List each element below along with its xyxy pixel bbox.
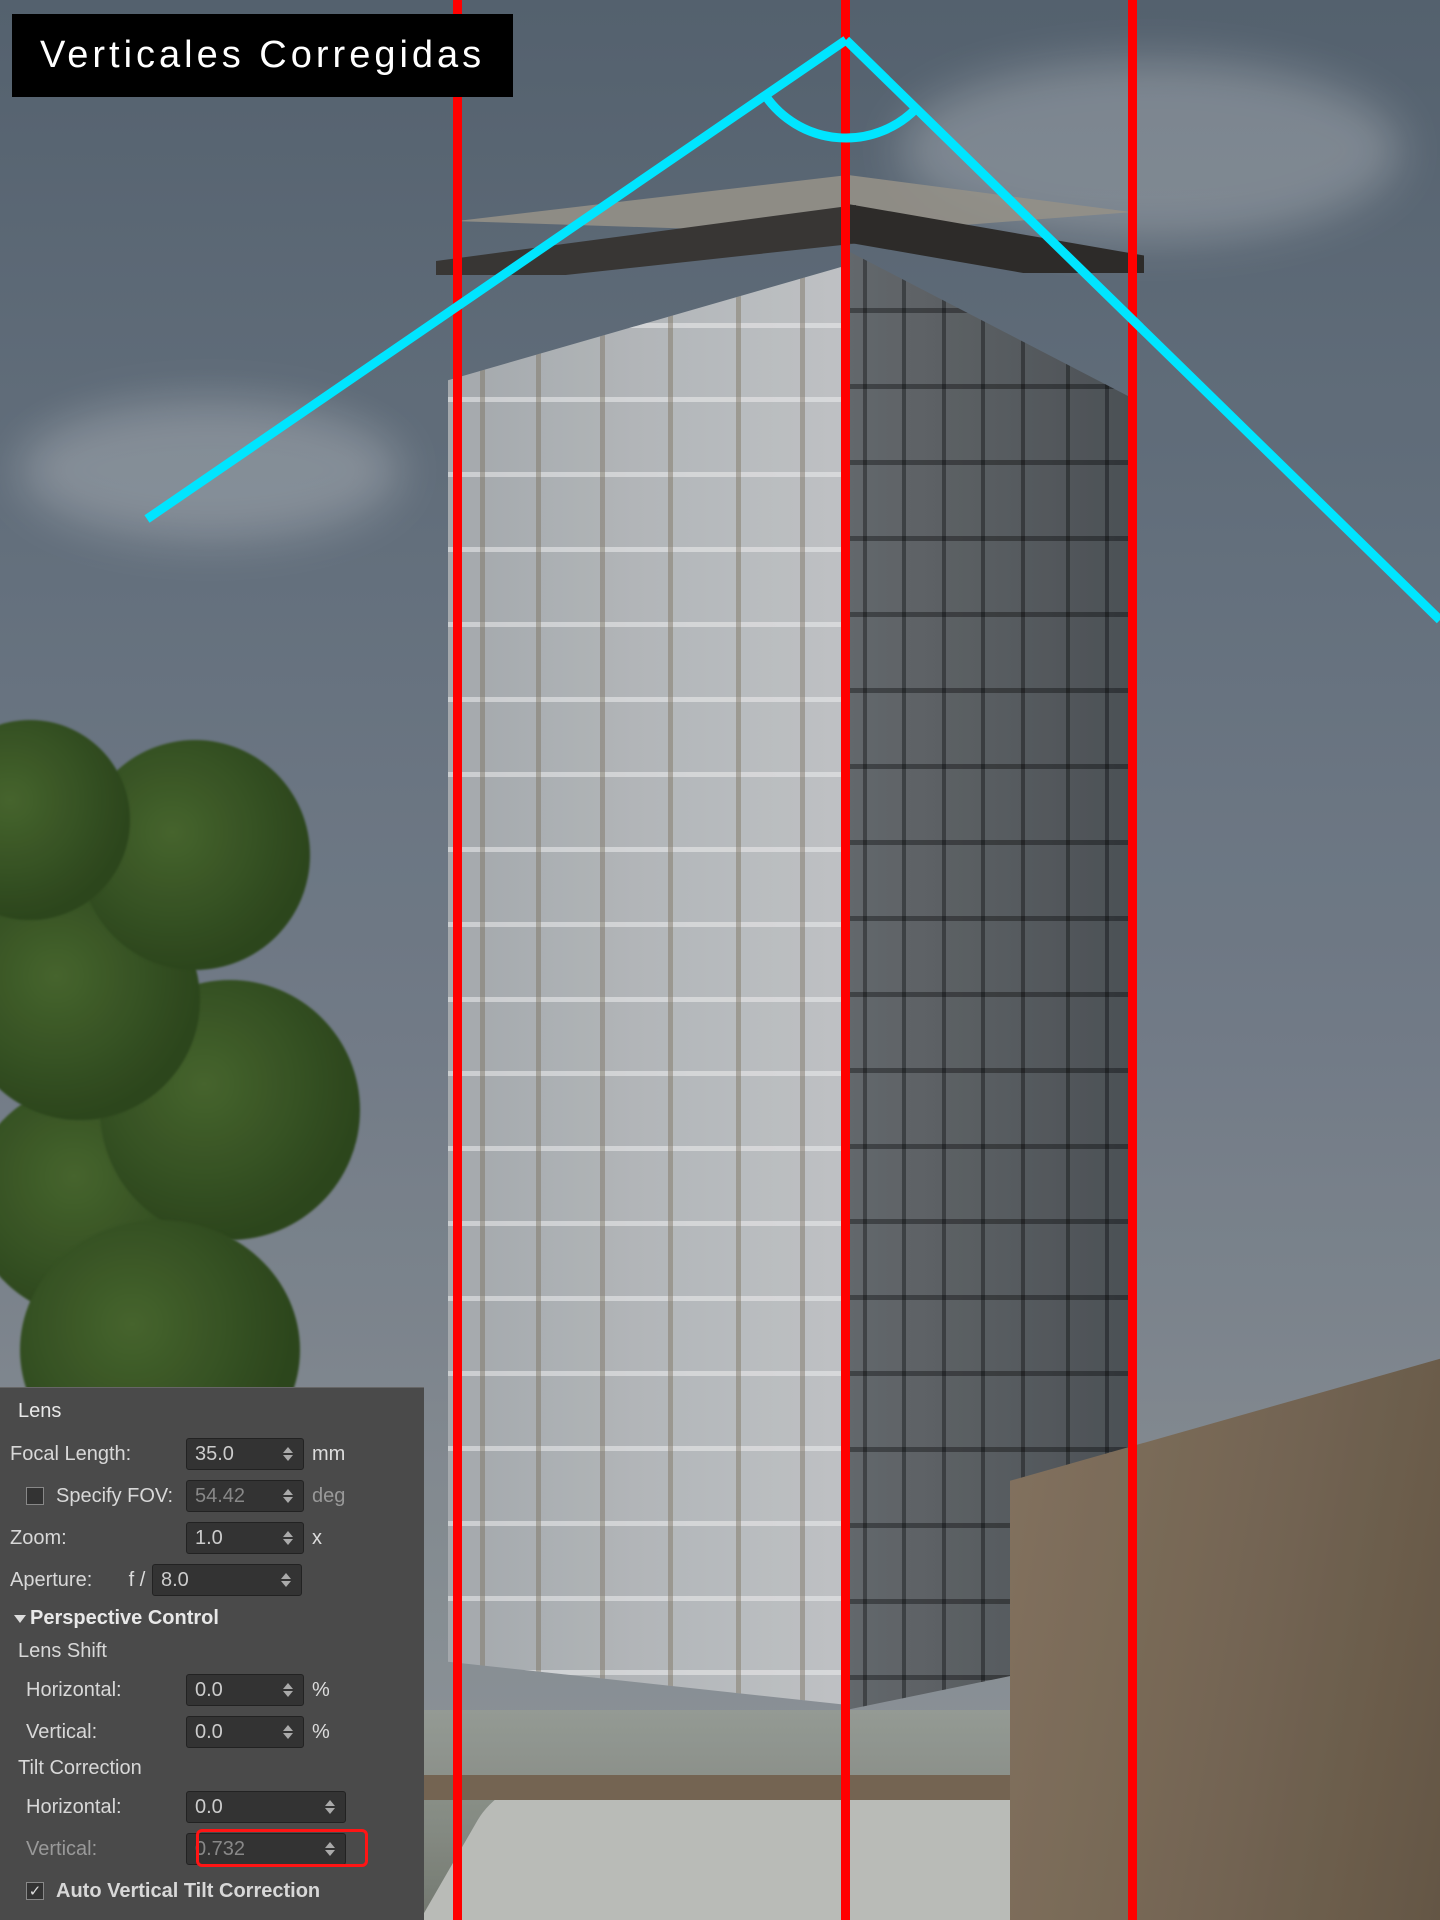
label-lensshift-h: Horizontal: [6,1679,186,1702]
label-tilt-h: Horizontal: [6,1796,186,1819]
unit-focal-length: mm [304,1443,344,1466]
spinner-icon[interactable] [283,1485,295,1507]
input-focal-length[interactable]: 35.0 [186,1438,304,1470]
section-perspective-control[interactable]: Perspective Control [0,1601,424,1636]
building-face-left [448,265,848,1705]
value-lensshift-v: 0.0 [195,1721,223,1744]
row-auto-tilt: ✓ Auto Vertical Tilt Correction [0,1870,424,1912]
label-aperture: Aperture: [6,1569,122,1592]
spinner-icon[interactable] [325,1796,337,1818]
unit-fov: deg [304,1485,344,1508]
subheader-tilt-correction: Tilt Correction [0,1753,424,1786]
checkbox-specify-fov[interactable] [26,1487,44,1505]
label-specify-fov-text: Specify FOV: [56,1485,173,1508]
cloud [20,400,400,540]
row-focal-length: Focal Length: 35.0 mm [0,1433,424,1475]
unit-lensshift-v: % [304,1721,344,1744]
value-lensshift-h: 0.0 [195,1679,223,1702]
title-badge: Verticales Corregidas [12,14,513,97]
label-focal-length: Focal Length: [6,1443,186,1466]
caret-down-icon [14,1615,26,1623]
input-tilt-h[interactable]: 0.0 [186,1791,346,1823]
unit-zoom: x [304,1527,344,1550]
row-zoom: Zoom: 1.0 x [0,1517,424,1559]
spinner-icon[interactable] [283,1527,295,1549]
row-lensshift-v: Vertical: 0.0 % [0,1711,424,1753]
row-lensshift-h: Horizontal: 0.0 % [0,1669,424,1711]
input-lensshift-h[interactable]: 0.0 [186,1674,304,1706]
viewport: Verticales Corregidas Lens Focal Length:… [0,0,1440,1920]
row-aperture: Aperture: f / 8.0 [0,1559,424,1601]
value-fov: 54.42 [195,1485,245,1508]
label-auto-tilt-text: Auto Vertical Tilt Correction [56,1880,320,1903]
subheader-lens-shift: Lens Shift [0,1636,424,1669]
label-perspective-control: Perspective Control [30,1607,219,1630]
spinner-icon[interactable] [283,1443,295,1465]
label-tilt-v: Vertical: [6,1838,186,1861]
lens-settings-panel: Lens Focal Length: 35.0 mm Specify FOV: … [0,1387,424,1920]
spinner-icon[interactable] [281,1569,293,1591]
lens-header: Lens [0,1394,424,1433]
input-aperture[interactable]: 8.0 [152,1564,302,1596]
row-tilt-h: Horizontal: 0.0 [0,1786,424,1828]
value-focal-length: 35.0 [195,1443,234,1466]
value-tilt-h: 0.0 [195,1796,223,1819]
input-fov[interactable]: 54.42 [186,1480,304,1512]
highlight-box [196,1829,368,1867]
label-auto-tilt: ✓ Auto Vertical Tilt Correction [6,1880,414,1903]
label-zoom: Zoom: [6,1527,186,1550]
value-aperture: 8.0 [161,1569,189,1592]
row-specify-fov: Specify FOV: 54.42 deg [0,1475,424,1517]
checkbox-auto-tilt[interactable]: ✓ [26,1882,44,1900]
input-lensshift-v[interactable]: 0.0 [186,1716,304,1748]
value-zoom: 1.0 [195,1527,223,1550]
row-tilt-v: Vertical: 0.732 [0,1828,424,1870]
unit-lensshift-h: % [304,1679,344,1702]
input-zoom[interactable]: 1.0 [186,1522,304,1554]
spinner-icon[interactable] [283,1721,295,1743]
spinner-icon[interactable] [283,1679,295,1701]
label-lensshift-v: Vertical: [6,1721,186,1744]
label-fslash: f / [122,1569,152,1592]
label-specify-fov: Specify FOV: [6,1485,186,1508]
